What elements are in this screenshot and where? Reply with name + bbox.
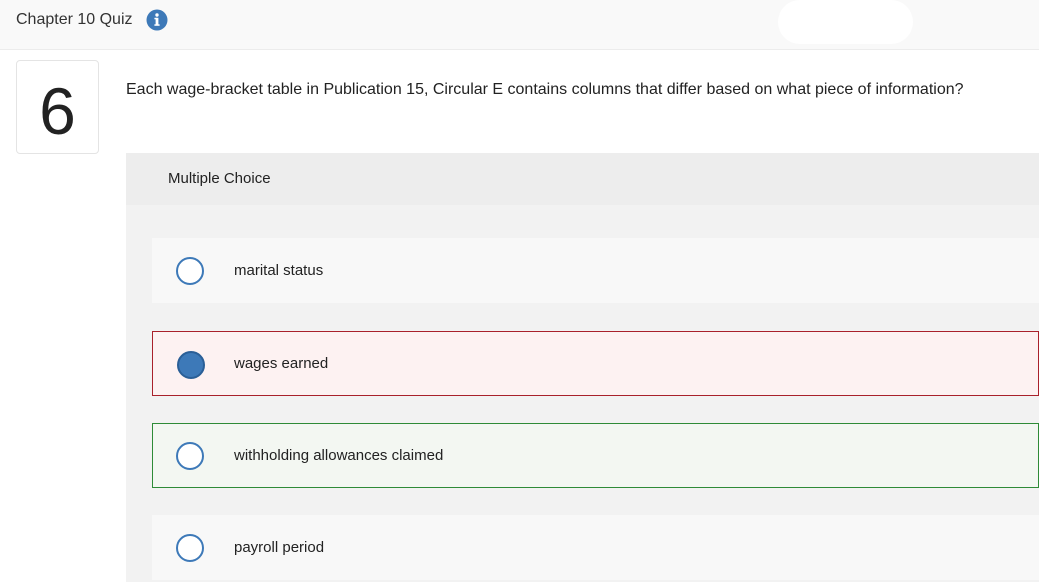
answer-option-withholding-allowances[interactable]: withholding allowances claimed bbox=[152, 423, 1039, 488]
quiz-title: Chapter 10 Quiz bbox=[16, 11, 133, 28]
multiple-choice-panel: Multiple Choice marital status wages ear… bbox=[126, 153, 1039, 582]
answer-option-marital-status[interactable]: marital status bbox=[152, 238, 1039, 303]
question-type-label: Multiple Choice bbox=[168, 170, 271, 187]
question-type-header: Multiple Choice bbox=[126, 153, 1039, 205]
info-icon[interactable] bbox=[146, 9, 168, 31]
answer-option-wages-earned[interactable]: wages earned bbox=[152, 331, 1039, 396]
radio-button[interactable] bbox=[176, 534, 204, 562]
question-number: 6 bbox=[39, 74, 76, 148]
radio-button[interactable] bbox=[176, 442, 204, 470]
answer-option-label: marital status bbox=[234, 262, 324, 279]
question-prompt: Each wage-bracket table in Publication 1… bbox=[126, 81, 964, 98]
radio-button[interactable] bbox=[176, 257, 204, 285]
answer-option-label: payroll period bbox=[234, 539, 325, 556]
header-badge bbox=[778, 0, 913, 44]
question-number-box: 6 bbox=[16, 60, 99, 154]
quiz-header: Chapter 10 Quiz bbox=[0, 0, 1039, 50]
answer-option-label: wages earned bbox=[234, 355, 329, 372]
answer-option-payroll-period[interactable]: payroll period bbox=[152, 515, 1039, 580]
radio-button-selected[interactable] bbox=[177, 351, 205, 379]
answer-option-label: withholding allowances claimed bbox=[234, 447, 444, 464]
